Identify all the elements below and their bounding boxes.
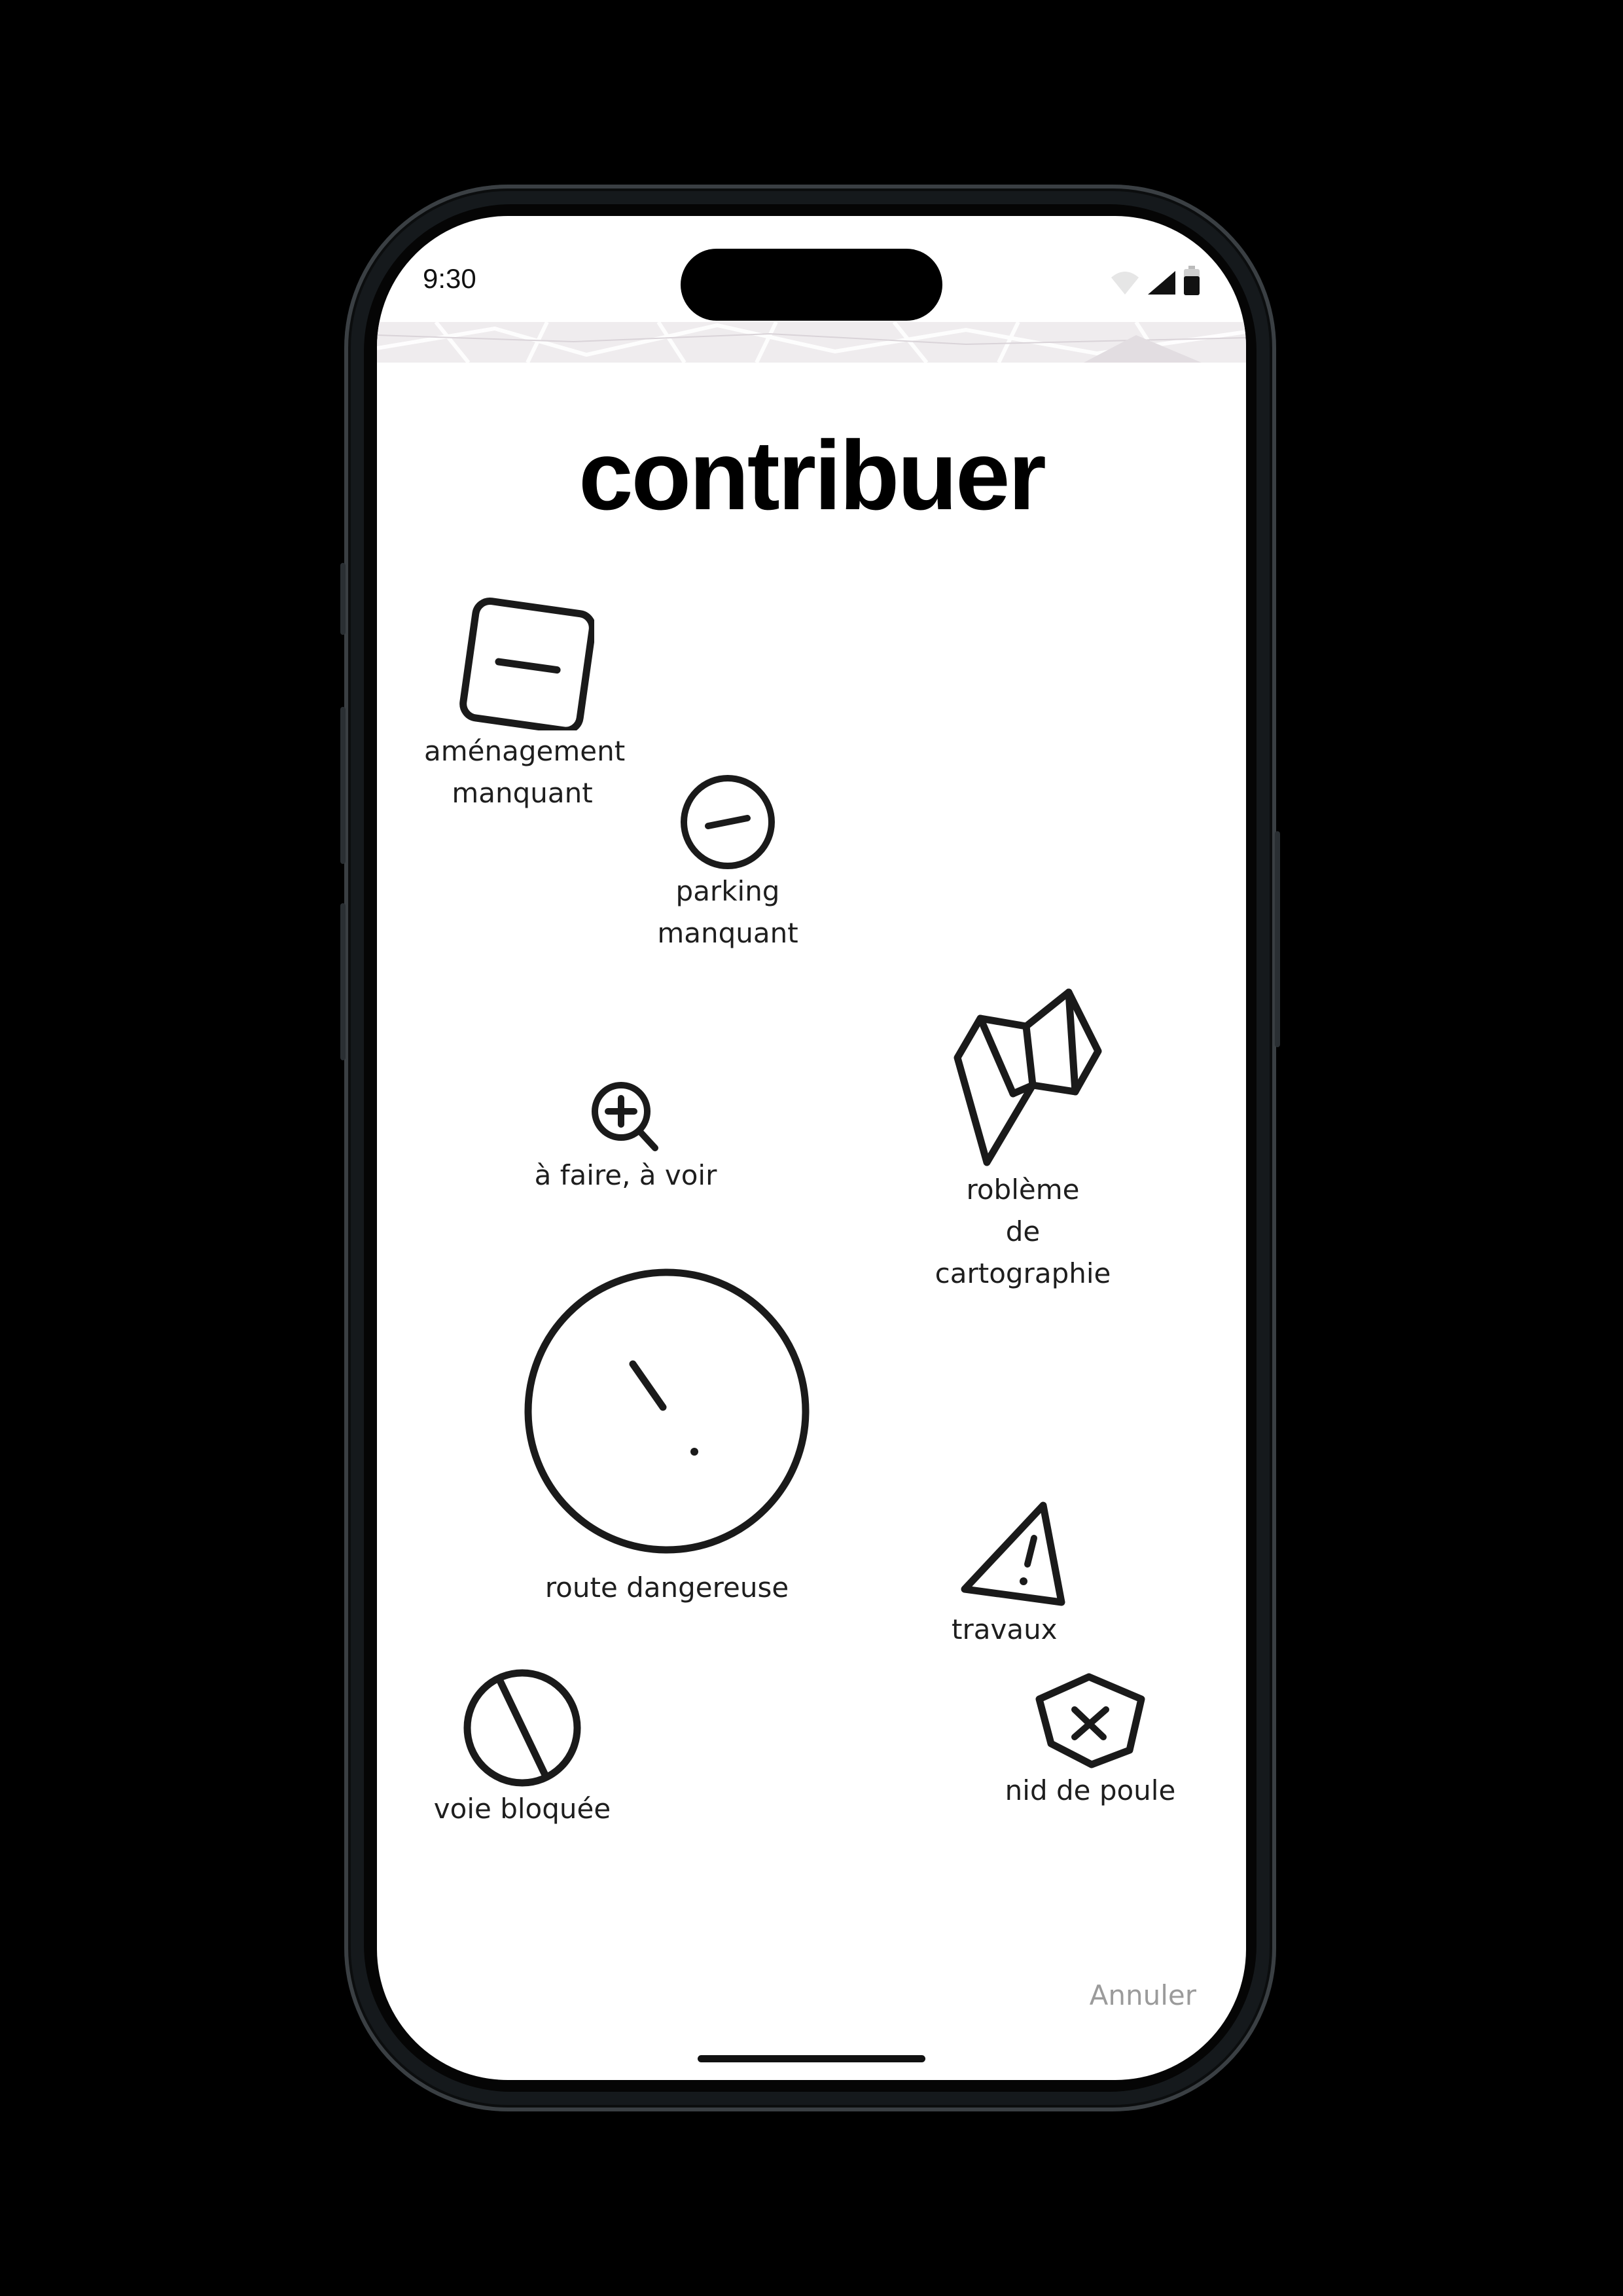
square-minus-icon [459, 597, 594, 730]
battery-icon [1184, 266, 1200, 295]
option-label: à faire, à voir [534, 1159, 717, 1191]
page-title: contribuer [579, 420, 1046, 530]
dynamic-island [681, 249, 942, 321]
circle-minus-icon [681, 775, 775, 869]
circle-exclamation-icon [524, 1268, 810, 1554]
option-label: voie bloquée [433, 1793, 611, 1825]
volume-up-button [340, 707, 346, 864]
contribution-option-blocked-lane[interactable]: voie bloquée [424, 1668, 620, 1830]
option-label: travaux [952, 1613, 1058, 1645]
cancel-button[interactable]: Annuler [1090, 1979, 1196, 2011]
status-time: 9:30 [423, 263, 476, 294]
contribution-option-dangerous-road[interactable]: route dangereuse [520, 1267, 814, 1609]
canvas: 9:30 contribuer aménagement manquant par… [0, 0, 1623, 2296]
contribution-option-pothole[interactable]: nid de poule [986, 1672, 1195, 1812]
option-label: aménagement manquant [424, 735, 626, 809]
wifi-icon [1111, 272, 1139, 295]
home-indicator[interactable] [698, 2055, 925, 2062]
contribution-option-roadworks[interactable]: travaux [945, 1491, 1069, 1651]
magnify-plus-icon [592, 1082, 658, 1151]
cellular-signal-icon [1148, 271, 1175, 295]
folded-map-icon [954, 988, 1102, 1166]
option-label: nid de poule [1005, 1774, 1176, 1806]
circle-slash-icon [463, 1669, 581, 1787]
power-button [1275, 831, 1280, 1047]
option-label: roblème de cartographie [935, 1174, 1111, 1289]
status-icons [1110, 266, 1200, 296]
contribution-option-missing-parking[interactable]: parking manquant [630, 774, 826, 954]
contribution-option-mapping-problem[interactable]: roblème de cartographie [915, 979, 1131, 1295]
pentagon-x-icon [1035, 1673, 1145, 1768]
contribution-option-things-to-do-see[interactable]: à faire, à voir [527, 1077, 724, 1196]
option-label: parking manquant [657, 875, 798, 949]
option-label: route dangereuse [544, 1571, 789, 1604]
action-button [340, 563, 346, 635]
phone-screen: 9:30 contribuer aménagement manquant par… [377, 216, 1246, 2080]
map-background [377, 322, 1246, 363]
volume-down-button [340, 903, 346, 1060]
warning-triangle-icon [961, 1501, 1065, 1606]
contribution-option-missing-infrastructure[interactable]: aménagement manquant [424, 586, 626, 814]
